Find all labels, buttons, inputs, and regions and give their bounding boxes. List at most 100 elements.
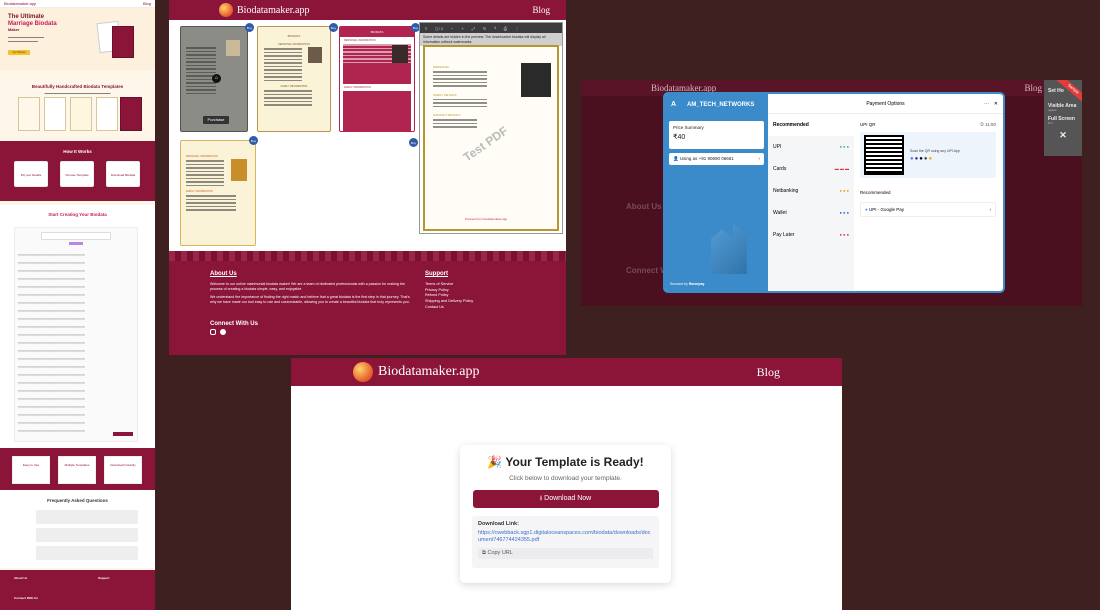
hero-cta-button[interactable]: Get Started: [8, 49, 30, 55]
method-cards[interactable]: Cards ▬ ▬ ▬: [768, 158, 854, 180]
mini-hero: The Ultimate Marriage Biodata Maker ▬▬▬▬…: [0, 8, 155, 70]
method-netbanking[interactable]: Netbanking ● ● ●: [768, 180, 854, 202]
merchant-panel: A AM_TECH_NETWORKS Price Summary ₹40 👤 U…: [665, 94, 768, 291]
pdf-profile-photo: [521, 63, 551, 97]
menu-icon[interactable]: ≡: [425, 26, 427, 31]
illustration: [711, 224, 747, 274]
buy-badge-1[interactable]: Buy: [245, 23, 254, 32]
download-link-label: Download Link:: [478, 521, 519, 527]
more-icon[interactable]: ⋮: [515, 26, 519, 31]
faq-item-2[interactable]: [36, 528, 138, 542]
recommended-heading: Recommended: [860, 190, 891, 195]
payment-window: Biodatamaker.app Blog About Us Connect W …: [581, 80, 1082, 306]
template-card-2[interactable]: BIODATA PERSONAL INFORMATION FAMILY INFO…: [257, 26, 331, 132]
user-contact-row[interactable]: 👤 Using as +91 90690 06661 ›: [669, 153, 764, 165]
biodata-site-window: Biodatamaker.app Blog ⌂ Purchase Buy BIO…: [169, 0, 566, 355]
about-us-text-1: Welcome to our online matrimonial biodat…: [210, 282, 405, 292]
ready-title: 🎉 Your Template is Ready!: [487, 455, 644, 469]
mini-nav-blog[interactable]: Blog: [143, 1, 151, 6]
rotate-icon[interactable]: ↻: [483, 26, 486, 31]
template-thumb-3[interactable]: [70, 97, 92, 131]
mini-logo[interactable]: Biodatamaker.app: [4, 1, 36, 6]
download-icon[interactable]: ⭳: [494, 25, 495, 32]
step-card-2: Choose Template: [60, 161, 94, 187]
ready-navbar: Biodatamaker.app Blog: [291, 358, 842, 386]
biodata-form[interactable]: ━━━━━━━━━━━━━━━━━━━━━━━━━━━━━━━━━━━━━ ━━━…: [14, 227, 138, 442]
more-options-icon[interactable]: ⋯: [984, 101, 989, 107]
site-navbar: Biodatamaker.app Blog: [169, 0, 566, 20]
template-thumb-1[interactable]: [18, 97, 40, 131]
step-card-1: Fill your Details: [14, 161, 48, 187]
close-icon[interactable]: ✕: [1048, 130, 1078, 142]
copy-icon: ⧉: [482, 550, 486, 557]
ready-nav-blog[interactable]: Blog: [757, 365, 780, 380]
cart-icon[interactable]: ⌂: [212, 74, 221, 83]
template-ready-window: Biodatamaker.app Blog 🎉 Your Template is…: [291, 358, 842, 610]
template-thumb-4[interactable]: [96, 97, 118, 131]
template-card-3[interactable]: BIODATA PERSONAL INFORMATION FAMILY INFO…: [339, 26, 415, 132]
download-link-url[interactable]: https://cwebback.sgp1.digitaloceanspaces…: [478, 530, 653, 544]
pdf-page: PERSONAL FAMILY DETAILS CONTACT DETAILS …: [423, 45, 559, 231]
user-icon: 👤: [673, 156, 679, 161]
link-shipping[interactable]: Shipping and Delivery Policy: [425, 299, 473, 305]
chevron-right-icon: ›: [989, 207, 992, 212]
instagram-icon[interactable]: [210, 329, 216, 335]
template-card-4[interactable]: PERSONAL INFORMATION FAMILY INFORMATION: [180, 140, 256, 246]
mini-footer: About Us Support Connect With Us: [0, 570, 155, 610]
merchant-name: AM_TECH_NETWORKS: [687, 101, 755, 108]
buy-badge-4[interactable]: Buy: [249, 136, 258, 145]
method-wallet[interactable]: Wallet ● ● ●: [768, 202, 854, 224]
template-grid: ⌂ Purchase Buy BIODATA PERSONAL INFORMAT…: [169, 20, 566, 251]
upi-qr-label: UPI QR: [860, 122, 876, 127]
mini-navbar: Biodatamaker.app Blog: [0, 0, 155, 8]
close-icon[interactable]: ✕: [994, 101, 998, 107]
faq-item-1[interactable]: [36, 510, 138, 524]
method-recommended[interactable]: Recommended: [768, 114, 854, 136]
buy-badge-2[interactable]: Buy: [329, 23, 338, 32]
template-card-1[interactable]: ⌂ Purchase: [180, 26, 248, 132]
ready-logo-text[interactable]: Biodatamaker.app: [378, 364, 479, 380]
download-icon: ⭳: [539, 494, 543, 502]
price-summary-card: Price Summary ₹40: [669, 121, 764, 149]
logo-icon: [219, 3, 233, 17]
purchase-button[interactable]: Purchase: [203, 116, 229, 124]
template-thumb-2[interactable]: [44, 97, 66, 131]
template-thumb-5[interactable]: [120, 97, 142, 131]
qr-box: Scan the QR using any UPI App ●●●●●: [860, 132, 996, 178]
google-pay-icon: ●: [865, 207, 868, 212]
download-now-button[interactable]: ⭳ Download Now: [472, 490, 659, 508]
link-contact[interactable]: Contact Us: [425, 305, 473, 311]
pdf-viewer[interactable]: ≡ ▯ / 1 − + ⤢ ↻ ⭳ ⎙ ⋮ Some details are h…: [419, 22, 563, 234]
copy-url-button[interactable]: ⧉ Copy URL: [478, 548, 653, 560]
pdf-toolbar: ≡ ▯ / 1 − + ⤢ ↻ ⭳ ⎙ ⋮: [420, 23, 562, 33]
form-next-button[interactable]: [113, 432, 133, 436]
feature-card-3: Download Instantly: [104, 456, 142, 484]
feature-card-1: Easy to Use: [12, 456, 50, 484]
panel-header: Payment Options ⋯ ✕: [768, 94, 1003, 114]
party-icon: 🎉: [487, 455, 503, 469]
method-upi[interactable]: UPI ● ● ●: [768, 136, 854, 158]
zoom-out-icon[interactable]: −: [451, 26, 453, 31]
site-nav-blog[interactable]: Blog: [532, 5, 550, 15]
faq-item-3[interactable]: [36, 546, 138, 560]
print-icon[interactable]: ⎙: [504, 26, 507, 31]
fit-page-icon[interactable]: ⤢: [472, 26, 475, 31]
step-card-3: Download Biodata: [106, 161, 140, 187]
method-pay-later[interactable]: Pay Later ● ● ●: [768, 224, 854, 246]
form-section: Start Creating Your Biodata ━━━━━━━━━━━━…: [0, 205, 155, 450]
page-indicator: ▯ / 1: [435, 25, 444, 31]
faq-section: Frequently Asked Questions: [0, 490, 155, 568]
buy-badge-5[interactable]: Buy: [409, 138, 418, 147]
profile-photo: [231, 159, 247, 181]
ready-subtitle: Click below to download your template.: [509, 475, 622, 482]
templates-heading: Beautifully Handcrafted Biodata Template…: [31, 84, 124, 89]
how-it-works-section: How It Works Fill your Details Choose Te…: [0, 141, 155, 201]
zoom-in-icon[interactable]: +: [461, 26, 463, 31]
site-logo-text[interactable]: Biodatamaker.app: [237, 5, 309, 16]
razorpay-checkout: A AM_TECH_NETWORKS Price Summary ₹40 👤 U…: [665, 94, 1003, 291]
site-footer: About Us Welcome to our online matrimoni…: [169, 251, 566, 355]
chevron-right-icon: ›: [758, 156, 761, 161]
qr-timer: ⏱ 11:50: [980, 122, 996, 127]
facebook-icon[interactable]: [220, 329, 226, 335]
gpay-option[interactable]: ● UPI - Google Pay ›: [860, 202, 996, 217]
